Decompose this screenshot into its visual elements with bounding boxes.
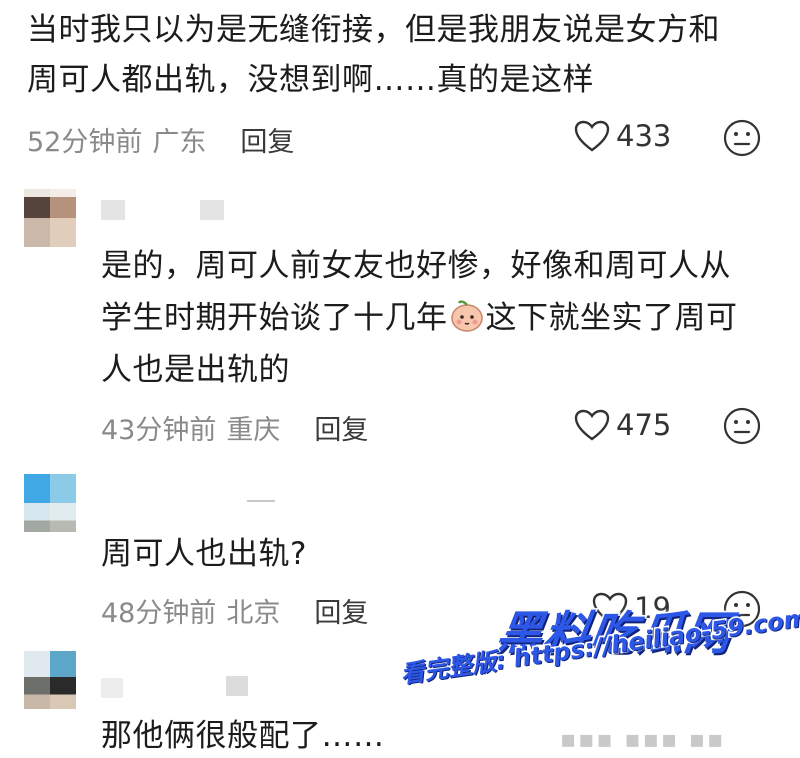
heart-outline-icon (574, 409, 610, 441)
comment-2-line-1: 是的，周可人前女友也好惨，好像和周可人从 (101, 248, 731, 284)
smiley-face-icon[interactable] (722, 118, 762, 158)
smiley-face-icon[interactable] (722, 406, 762, 446)
comment-2-meta: 43分钟前 重庆 回复 (101, 408, 368, 447)
comment-1-line-1: 当时我只以为是无缝衔接，但是我朋友说是女方和 (27, 12, 720, 48)
like-button[interactable]: 475 (574, 408, 671, 442)
like-count: 475 (616, 408, 672, 442)
avatar[interactable] (24, 189, 76, 247)
comment-time: 43分钟前 (101, 415, 217, 446)
username-blurred[interactable] (101, 678, 123, 698)
heart-outline-icon (574, 120, 610, 152)
avatar[interactable] (24, 651, 76, 709)
comment-3-meta: 48分钟前 北京 回复 (101, 591, 368, 630)
comment-location: 重庆 (226, 415, 281, 446)
faded-text: ▪▪▪ ▪▪▪ ▪▪ (560, 725, 726, 753)
reply-button[interactable]: 回复 (240, 120, 294, 159)
comment-time: 52分钟前 (27, 127, 143, 158)
username-blurred[interactable] (247, 500, 275, 502)
reply-button[interactable]: 回复 (314, 591, 368, 630)
username-blurred[interactable] (226, 676, 248, 696)
comment-time: 48分钟前 (101, 598, 217, 629)
comment-4-line-1: 那他俩很般配了…… (101, 718, 385, 754)
comment-location: 广东 (152, 127, 207, 158)
username-blurred[interactable] (200, 200, 224, 220)
comment-2-line-2: 学生时期开始谈了十几年 这下就坐实了周可 (101, 296, 738, 340)
like-count: 433 (616, 119, 672, 153)
comment-1-line-2: 周可人都出轨，没想到啊……真的是这样 (27, 62, 594, 98)
peach-face-emoji (450, 300, 483, 332)
comment-location: 北京 (226, 598, 281, 629)
username-blurred[interactable] (101, 200, 125, 220)
reply-button[interactable]: 回复 (314, 408, 368, 447)
like-button[interactable]: 433 (574, 119, 671, 153)
comment-2-line-3: 人也是出轨的 (101, 352, 290, 388)
comment-3-line-1: 周可人也出轨? (101, 536, 307, 572)
comment-1-meta: 52分钟前 广东 回复 (27, 120, 294, 159)
avatar[interactable] (24, 474, 76, 532)
